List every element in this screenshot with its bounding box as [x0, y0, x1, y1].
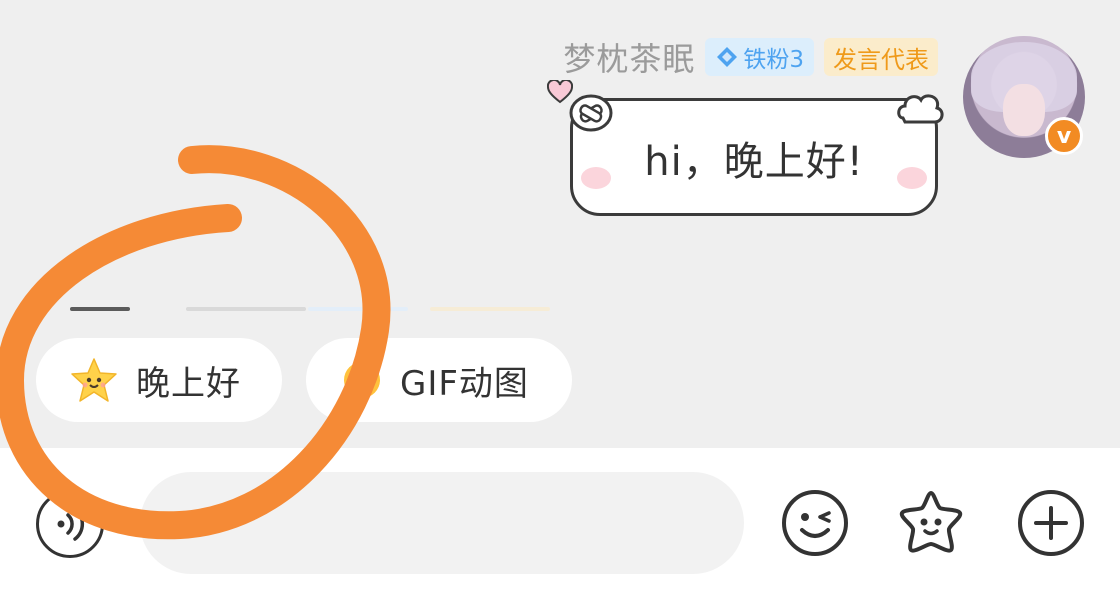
peek-badge-edge-2 — [430, 307, 550, 311]
message-bubble[interactable]: hi，晚上好! — [570, 98, 938, 216]
peek-username-edge — [186, 307, 306, 311]
plus-icon[interactable] — [1016, 488, 1086, 558]
fan-level-badge[interactable]: 铁粉3 — [705, 38, 814, 76]
voice-button[interactable] — [36, 490, 104, 558]
sender-username[interactable]: 梦枕茶眠 — [563, 34, 695, 80]
fan-badge-label: 铁粉3 — [743, 47, 804, 73]
suggestion-label: 晚上好 — [136, 363, 241, 404]
message-header: 梦枕茶眠 铁粉3 发言代表 — [563, 34, 938, 80]
chat-area: 梦枕茶眠 铁粉3 发言代表 v hi，晚上好! 晚上好 GIF动图 — [0, 0, 1120, 448]
gif-icon — [344, 362, 380, 398]
message-input[interactable] — [140, 472, 744, 574]
suggestion-chip-greeting[interactable]: 晚上好 — [36, 338, 282, 422]
partially-hidden-message — [70, 307, 550, 311]
suggestion-chip-gif[interactable]: GIF动图 — [306, 338, 572, 422]
diamond-icon — [717, 47, 738, 67]
voice-icon — [57, 507, 85, 541]
wink-emoji-icon[interactable] — [780, 488, 850, 558]
cloud-puff-icon — [897, 94, 944, 124]
message-text: hi，晚上好! — [644, 139, 864, 185]
role-badge[interactable]: 发言代表 — [824, 38, 938, 76]
verified-icon: v — [1045, 117, 1083, 155]
star-emoji-icon — [71, 358, 117, 402]
suggestion-label: GIF动图 — [400, 363, 529, 404]
peek-avatar-edge — [70, 307, 130, 311]
peek-badge-edge — [308, 307, 408, 311]
star-sticker-icon[interactable] — [896, 488, 966, 558]
bandage-icon — [569, 94, 613, 132]
avatar-face — [1003, 84, 1045, 136]
